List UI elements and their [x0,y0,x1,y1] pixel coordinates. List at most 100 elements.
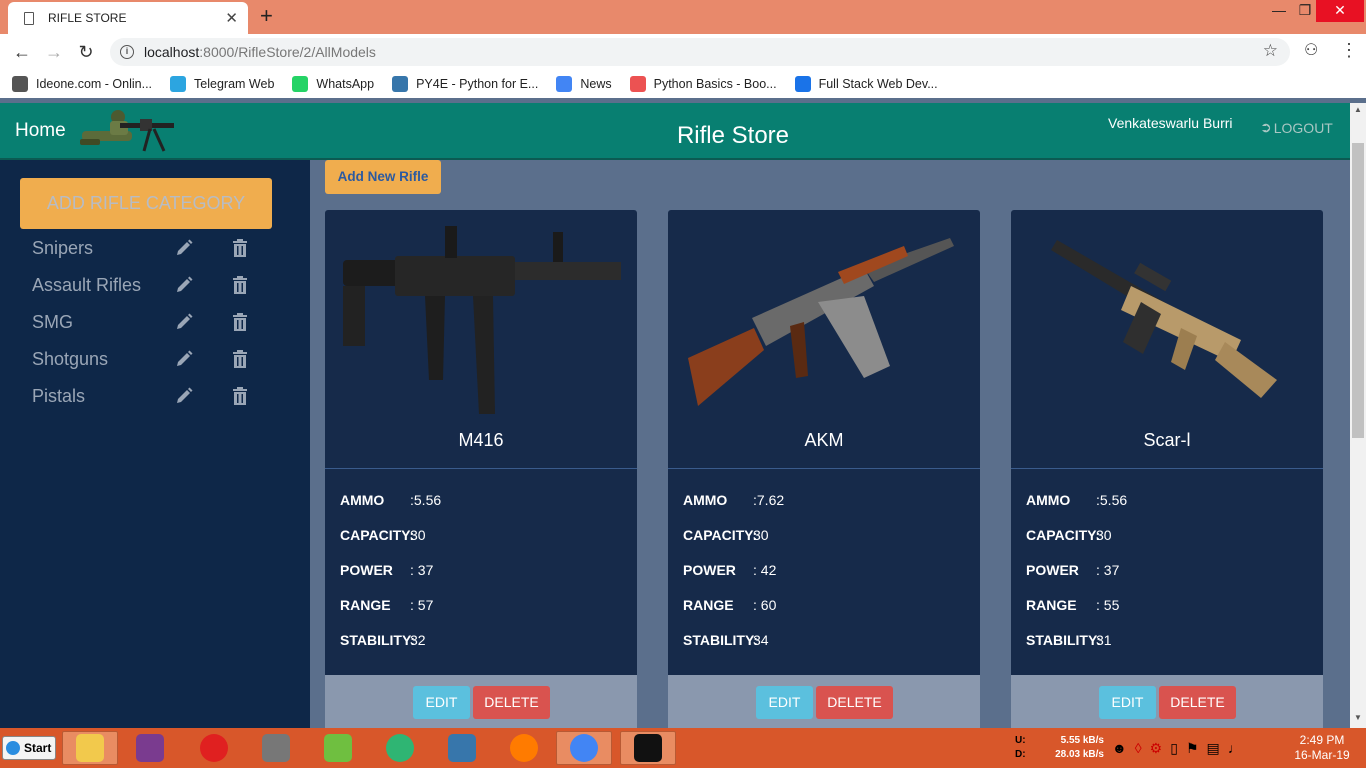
delete-rifle-button[interactable]: DELETE [1159,686,1236,719]
bookmark-item[interactable]: PY4E - Python for E... [392,76,538,92]
forward-arrow-icon[interactable]: → [38,42,70,63]
upload-speed: 5.55 kB/s [1060,735,1104,746]
taskbar-app[interactable] [372,731,428,765]
add-rifle-category-button[interactable]: ADD RIFLE CATEGORY [20,178,272,229]
edit-pencil-icon[interactable] [174,312,194,332]
reload-icon[interactable]: ↻ [70,42,102,63]
add-new-rifle-button[interactable]: Add New Rifle [325,160,441,194]
tray-network-icon[interactable]: ▤ [1207,740,1228,756]
tray-gear-icon[interactable]: ⚙ [1150,740,1171,756]
edit-rifle-button[interactable]: EDIT [413,686,470,719]
url-host: localhost [144,44,200,60]
bookmark-item[interactable]: Ideone.com - Onlin... [12,76,152,92]
extension-icon[interactable]: ⚇ [1304,40,1318,60]
category-label[interactable]: Pistals [32,386,174,407]
category-sidebar: ADD RIFLE CATEGORY Snipers Assault Rifles… [0,160,310,728]
taskbar-app[interactable] [310,731,366,765]
card-divider [325,468,637,469]
tray-flag-icon[interactable]: ⚑ [1186,740,1207,756]
delete-trash-icon[interactable] [230,275,250,295]
upload-label: U: [1015,735,1026,746]
tray-app-icon[interactable]: ◊ [1135,740,1150,756]
edit-pencil-icon[interactable] [174,386,194,406]
taskbar-app[interactable] [620,731,676,765]
category-label[interactable]: Shotguns [32,349,174,370]
tray-battery-icon[interactable]: ▯ [1170,740,1186,756]
bookmark-item[interactable]: News [556,76,612,92]
bookmark-star-icon[interactable]: ☆ [1263,41,1278,61]
category-label[interactable]: Assault Rifles [32,275,174,296]
category-item[interactable]: Snipers [32,233,292,263]
edit-pencil-icon[interactable] [174,275,194,295]
start-button[interactable]: Start [2,736,56,760]
stat-value: 32 [410,632,426,648]
tray-users-icon[interactable]: ☻ [1112,740,1135,756]
window-close-button[interactable]: ✕ [1316,0,1364,22]
start-label: Start [24,741,52,755]
stat-ammo: AMMO:5.56 [340,492,441,508]
category-item[interactable]: Shotguns [32,344,292,374]
taskbar-app[interactable] [496,731,552,765]
taskbar-app[interactable] [248,731,304,765]
notepadpp-icon [324,734,352,762]
category-label[interactable]: SMG [32,312,174,333]
scroll-up-icon[interactable]: ▲ [1350,105,1366,114]
chrome-icon [570,734,598,762]
edit-pencil-icon[interactable] [174,238,194,258]
taskbar-app[interactable] [122,731,178,765]
delete-trash-icon[interactable] [230,312,250,332]
new-tab-button[interactable]: + [260,4,273,28]
bookmark-label: Python Basics - Boo... [653,77,777,91]
bookmark-item[interactable]: Telegram Web [170,76,274,92]
page-scrollbar[interactable]: ▲ ▼ [1350,103,1366,728]
delete-rifle-button[interactable]: DELETE [816,686,893,719]
scroll-thumb[interactable] [1352,143,1364,438]
delete-trash-icon[interactable] [230,386,250,406]
delete-trash-icon[interactable] [230,349,250,369]
bookmark-label: Telegram Web [194,77,275,91]
url-input[interactable]: i localhost:8000/RifleStore/2/AllModels … [110,38,1290,66]
browser-tab[interactable]: RIFLE STORE ✕ [8,2,248,34]
stat-power: POWER: 37 [1026,562,1119,578]
logout-button[interactable]: ➲ LOGOUT [1260,119,1333,136]
taskbar-app[interactable] [186,731,242,765]
system-clock[interactable]: 2:49 PM 16-Mar-19 [1282,733,1362,763]
browser-menu-icon[interactable]: ⋮ [1340,40,1358,61]
category-item[interactable]: SMG [32,307,292,337]
stat-value: :7.62 [753,492,785,508]
stat-power: POWER: 37 [340,562,433,578]
stat-label: CAPACITY: [1026,527,1101,543]
stat-value: : 37 [410,562,434,578]
taskbar-app[interactable] [434,731,490,765]
tray-volume-icon[interactable]: ♩ [1228,740,1250,756]
category-item[interactable]: Pistals [32,381,292,411]
opera-icon [200,734,228,762]
bookmark-item[interactable]: Full Stack Web Dev... [794,76,938,92]
app-header: Home Rifle Store Venkateswarlu Burri ➲ L… [0,103,1350,160]
tab-close-icon[interactable]: ✕ [225,9,238,27]
category-item[interactable]: Assault Rifles [32,270,292,300]
scroll-down-icon[interactable]: ▼ [1350,713,1366,722]
delete-rifle-button[interactable]: DELETE [473,686,550,719]
category-label[interactable]: Snipers [32,238,174,259]
stat-value: :5.56 [410,492,442,508]
address-bar: ← → ↻ i localhost:8000/RifleStore/2/AllM… [0,34,1366,70]
edit-pencil-icon[interactable] [174,349,194,369]
delete-trash-icon[interactable] [230,238,250,258]
stat-label: CAPACITY: [340,527,415,543]
bookmark-label: News [580,77,612,91]
system-tray[interactable]: ☻◊⚙▯⚑▤♩ [1112,740,1250,757]
telegram-icon [170,76,187,92]
udemy-icon [629,76,646,92]
edit-rifle-button[interactable]: EDIT [1099,686,1156,719]
stat-label: RANGE [683,597,734,613]
stat-value: : 60 [753,597,777,613]
taskbar-app[interactable] [62,731,118,765]
edit-rifle-button[interactable]: EDIT [756,686,813,719]
info-icon[interactable]: i [120,45,134,59]
stat-ammo: AMMO:7.62 [683,492,784,508]
bookmark-item[interactable]: WhatsApp [292,76,374,92]
bookmark-item[interactable]: Python Basics - Boo... [629,76,777,92]
taskbar-app[interactable] [556,731,612,765]
back-arrow-icon[interactable]: ← [6,42,38,63]
